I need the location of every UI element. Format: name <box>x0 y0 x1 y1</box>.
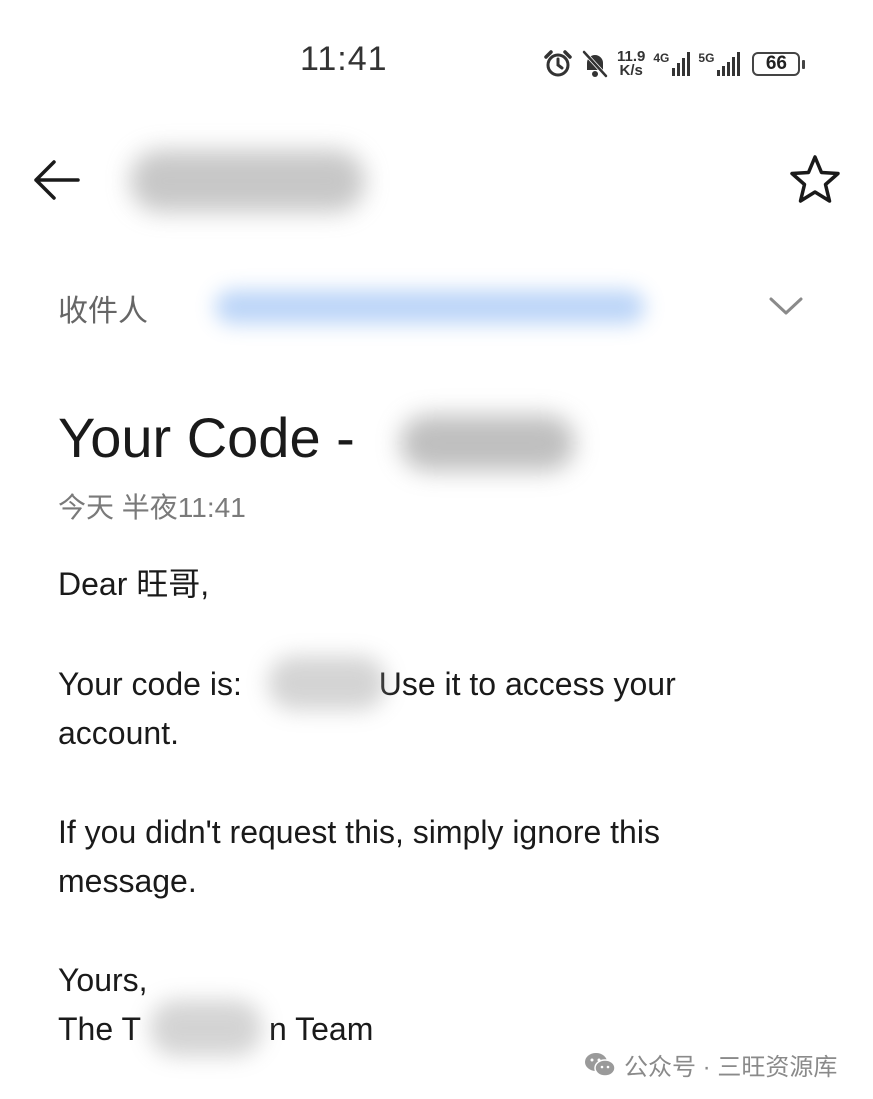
network-speed: 11.9 K/s <box>617 49 645 79</box>
email-signoff: Yours, <box>58 962 148 998</box>
alarm-icon <box>544 50 572 77</box>
signal-5g: 5G <box>698 51 741 76</box>
signal-bar <box>737 52 741 76</box>
signal-bar <box>717 70 721 76</box>
code-suffix: Use it to access your <box>369 666 676 702</box>
arrow-left-icon[interactable] <box>30 156 82 204</box>
signal-bar <box>677 63 681 76</box>
email-code-line-2: account. <box>58 715 179 751</box>
signal-4g-label: 4G <box>653 51 670 65</box>
signal-bar <box>722 66 726 76</box>
watermark: 公众号 · 三旺资源库 <box>584 1047 837 1082</box>
network-speed-unit: K/s <box>619 62 643 79</box>
redacted-subject <box>400 415 575 471</box>
wechat-icon <box>585 1052 616 1077</box>
redacted-recipient <box>215 290 645 324</box>
watermark-text: 公众号 · 三旺资源库 <box>624 1054 838 1081</box>
mute-bell-icon <box>582 50 608 78</box>
signal-4g: 4G <box>653 51 691 76</box>
signal-bar <box>687 52 691 76</box>
signal-5g-label: 5G <box>698 51 715 65</box>
team-prefix: The T <box>58 1011 141 1047</box>
redacted-code <box>268 656 386 710</box>
email-ignore-line-2: message. <box>58 863 197 899</box>
recipient-label: 收件人 <box>58 295 148 328</box>
team-suffix: n Team <box>269 1011 374 1047</box>
email-greeting: Dear 旺哥, <box>58 566 210 602</box>
email-date: 今天 半夜11:41 <box>58 492 246 523</box>
signal-bar <box>732 57 736 76</box>
star-outline-icon[interactable] <box>787 152 843 208</box>
code-prefix: Your code is: <box>58 666 242 702</box>
status-time: 11:41 <box>300 40 388 78</box>
email-subject: Your Code - <box>58 406 355 469</box>
redacted-sender <box>130 150 365 212</box>
chevron-down-icon[interactable] <box>766 292 806 320</box>
signal-bar <box>727 62 731 76</box>
signal-bar <box>672 68 676 76</box>
battery-indicator: 66 <box>752 52 806 76</box>
redacted-team-name <box>150 1000 262 1056</box>
status-icons: 11.9 K/s 4G 5G 66 <box>543 44 806 84</box>
signal-bar <box>682 58 686 76</box>
email-ignore-line-1: If you didn't request this, simply ignor… <box>58 814 660 850</box>
